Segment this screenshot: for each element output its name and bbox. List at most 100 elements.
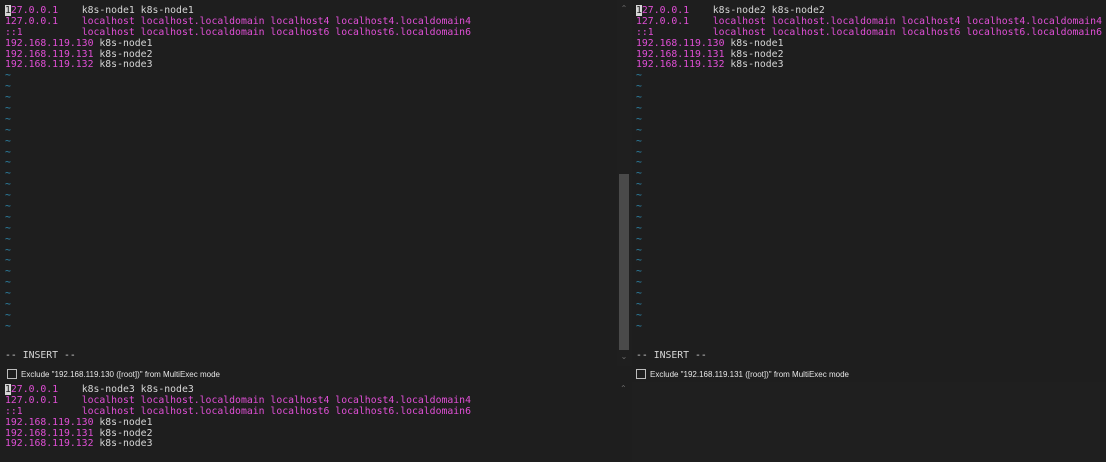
ip-address: ::1	[5, 26, 23, 38]
ip-address: 192.168.119.131	[636, 48, 725, 60]
empty-line-tilde: ~	[636, 92, 642, 104]
exclude-multiexec-node2[interactable]: Exclude "192.168.119.131 ([root])" from …	[632, 366, 1106, 382]
empty-line-tilde: ~	[636, 103, 642, 115]
exclude-label: Exclude "192.168.119.131 ([root])" from …	[650, 369, 849, 379]
ip-address: 192.168.119.131	[5, 427, 94, 439]
hostnames: k8s-node2	[99, 48, 153, 60]
hostnames: localhost localhost.localdomain localhos…	[712, 15, 1102, 27]
hostnames: k8s-node3	[99, 59, 153, 71]
empty-line-tilde: ~	[5, 320, 11, 332]
ip-address: 127.0.0.1	[636, 15, 690, 27]
empty-line-tilde: ~	[636, 113, 642, 125]
chevron-down-icon[interactable]: ⌄	[618, 352, 630, 361]
text-cursor: 1	[5, 384, 11, 395]
hostnames: localhost localhost.localdomain localhos…	[81, 26, 471, 38]
terminal-pane-node2[interactable]: 127.0.0.1 k8s-node2 k8s-node2 127.0.0.1 l…	[632, 0, 1106, 366]
terminal-pane-node3[interactable]: 127.0.0.1 k8s-node3 k8s-node3 127.0.0.1 l…	[0, 382, 617, 462]
hostnames: localhost localhost.localdomain localhos…	[81, 15, 471, 27]
empty-line-tilde: ~	[636, 124, 642, 136]
ip-address: 192.168.119.130	[5, 37, 94, 49]
hosts-line: 192.168.119.132 k8s-node3	[5, 60, 471, 71]
hosts-line: 192.168.119.132 k8s-node3	[5, 439, 471, 450]
hostnames: k8s-node1 k8s-node1	[81, 5, 194, 16]
vim-mode-indicator: -- INSERT --	[636, 350, 707, 361]
empty-line-tilde: ~	[636, 201, 642, 213]
empty-line-tilde: ~	[5, 211, 11, 223]
checkbox-icon[interactable]	[636, 369, 646, 379]
ip-address: 192.168.119.130	[636, 37, 725, 49]
empty-line-tilde: ~	[5, 233, 11, 245]
ip-address: 192.168.119.132	[5, 438, 94, 450]
empty-line-tilde: ~	[5, 103, 11, 115]
vim-mode-indicator: -- INSERT --	[5, 350, 76, 361]
hostnames: k8s-node2 k8s-node2	[712, 5, 825, 16]
empty-line-tilde: ~	[636, 320, 642, 332]
empty-line-tilde: ~	[5, 113, 11, 125]
empty-line-tilde: ~	[5, 299, 11, 311]
empty-line-tilde: ~	[5, 92, 11, 104]
text-cursor: 1	[5, 5, 11, 16]
empty-line-tilde: ~	[636, 135, 642, 147]
empty-line-tilde: ~	[5, 266, 11, 278]
ip-address: 127.0.0.1	[5, 5, 59, 16]
ip-address: 127.0.0.1	[636, 5, 690, 16]
hostnames: k8s-node1	[730, 37, 784, 49]
ip-address: 192.168.119.132	[5, 59, 94, 71]
ip-address: 192.168.119.132	[636, 59, 725, 71]
empty-line-tilde: ~	[5, 135, 11, 147]
editor-buffer: 127.0.0.1 k8s-node3 k8s-node3 127.0.0.1 l…	[5, 384, 471, 450]
hostnames: localhost localhost.localdomain localhos…	[712, 26, 1102, 38]
empty-line-tilde: ~	[5, 244, 11, 256]
empty-line-tilde: ~	[636, 233, 642, 245]
hostnames: localhost localhost.localdomain localhos…	[81, 394, 471, 406]
hostnames: k8s-node2	[730, 48, 784, 60]
text-cursor: 1	[636, 5, 642, 16]
hostnames: k8s-node3	[99, 438, 153, 450]
empty-line-tilde: ~	[5, 255, 11, 267]
empty-line-tilde: ~	[5, 179, 11, 191]
scrollbar-thumb[interactable]	[619, 174, 629, 350]
chevron-up-icon[interactable]: ⌃	[618, 4, 630, 13]
empty-line-tilde: ~	[636, 244, 642, 256]
empty-line-tilde: ~	[636, 70, 642, 82]
ip-address: 127.0.0.1	[5, 394, 59, 406]
hostnames: k8s-node2	[99, 427, 153, 439]
empty-line-tilde: ~	[5, 190, 11, 202]
empty-line-tilde: ~	[5, 309, 11, 321]
empty-line-tilde: ~	[636, 190, 642, 202]
exclude-label: Exclude "192.168.119.130 ([root])" from …	[21, 369, 220, 379]
empty-line-tilde: ~	[636, 299, 642, 311]
ip-address: ::1	[5, 405, 23, 417]
ip-address: ::1	[636, 26, 654, 38]
editor-buffer: 127.0.0.1 k8s-node2 k8s-node2 127.0.0.1 l…	[636, 5, 1102, 333]
empty-line-tilde: ~	[636, 288, 642, 300]
terminal-pane-node1[interactable]: 127.0.0.1 k8s-node1 k8s-node1 127.0.0.1 l…	[0, 0, 617, 366]
hostnames: k8s-node1	[99, 416, 153, 428]
empty-line-tilde: ~	[636, 211, 642, 223]
empty-line-tilde: ~	[5, 157, 11, 169]
empty-line-tilde: ~	[636, 222, 642, 234]
empty-line-tilde: ~	[636, 255, 642, 267]
ip-address: 192.168.119.130	[5, 416, 94, 428]
chevron-up-icon[interactable]: ⌃	[620, 384, 627, 393]
empty-line-tilde: ~	[636, 309, 642, 321]
empty-line-tilde: ~	[5, 201, 11, 213]
empty-line-tilde: ~	[636, 179, 642, 191]
empty-line-tilde: ~	[5, 288, 11, 300]
hosts-line: 192.168.119.132 k8s-node3	[636, 60, 1102, 71]
hostnames: k8s-node3	[730, 59, 784, 71]
empty-line-tilde: ~	[5, 146, 11, 158]
empty-line-tilde: ~	[5, 70, 11, 82]
empty-pane	[632, 382, 1106, 462]
exclude-multiexec-node1[interactable]: Exclude "192.168.119.130 ([root])" from …	[0, 366, 617, 382]
empty-line-tilde: ~	[636, 157, 642, 169]
empty-line-tilde: ~	[636, 266, 642, 278]
empty-line-tilde: ~	[636, 81, 642, 93]
ip-address: 127.0.0.1	[5, 384, 59, 395]
hostnames: localhost localhost.localdomain localhos…	[81, 405, 471, 417]
empty-line-tilde: ~	[636, 168, 642, 180]
empty-line-tilde: ~	[5, 222, 11, 234]
editor-buffer: 127.0.0.1 k8s-node1 k8s-node1 127.0.0.1 l…	[5, 5, 471, 333]
hostnames: k8s-node1	[99, 37, 153, 49]
checkbox-icon[interactable]	[7, 369, 17, 379]
